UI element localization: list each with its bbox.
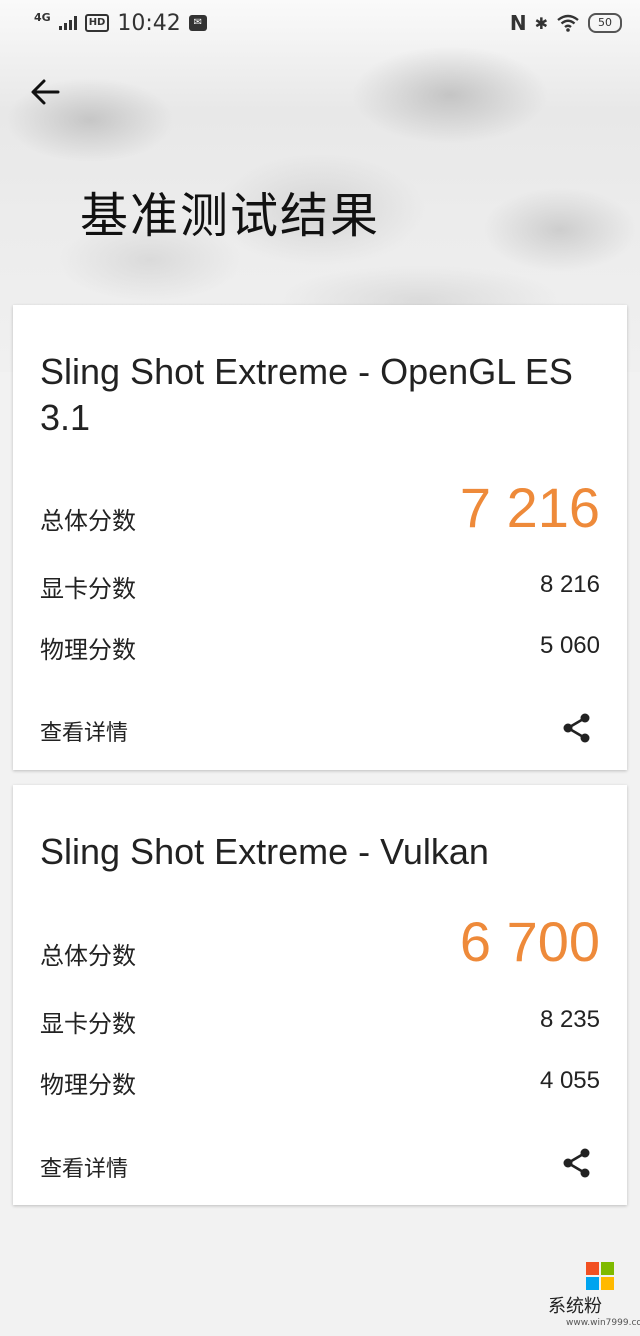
graphics-score-value: 8 216 (539, 571, 600, 598)
benchmark-title: Sling Shot Extreme - Vulkan (40, 831, 489, 872)
arrow-left-icon (31, 79, 60, 105)
overall-score-value: 6 700 (459, 910, 600, 973)
overall-score-label: 总体分数 (40, 507, 136, 535)
view-details-link[interactable]: 查看详情 (40, 715, 128, 747)
graphics-score-value: 8 235 (539, 1006, 600, 1033)
nfc-icon: N (509, 11, 527, 35)
physics-score-value: 5 060 (539, 632, 600, 659)
windows-logo-icon (586, 1262, 614, 1290)
graphics-score-label: 显卡分数 (40, 1010, 136, 1038)
view-details-link[interactable]: 查看详情 (40, 1151, 128, 1183)
share-button[interactable] (560, 1146, 594, 1180)
bluetooth-icon: ✱ (534, 13, 548, 33)
wifi-icon (557, 14, 579, 32)
hd-badge: HD (84, 14, 110, 32)
message-icon: ✉ (188, 15, 207, 31)
status-bar: 4G HD 10:42 ✉ N ✱ 50 (0, 0, 640, 46)
result-card-vulkan: Sling Shot Extreme - Vulkan 总体分数 6 700 显… (13, 785, 627, 1205)
overall-score-label: 总体分数 (40, 942, 136, 970)
site-watermark: 系统粉 www.win7999.com (548, 1258, 640, 1336)
share-icon (563, 1148, 590, 1178)
watermark-text: 系统粉 (548, 1296, 602, 1317)
signal-icon (58, 16, 77, 30)
overall-score-value: 7 216 (459, 476, 600, 539)
physics-score-label: 物理分数 (40, 1071, 136, 1099)
status-right: N ✱ 50 (510, 11, 622, 35)
battery-icon: 50 (588, 13, 622, 33)
page-title: 基准测试结果 (80, 188, 381, 244)
share-icon (563, 713, 590, 743)
back-button[interactable] (26, 72, 66, 112)
watermark-url: www.win7999.com (566, 1318, 640, 1328)
graphics-score-label: 显卡分数 (40, 575, 136, 603)
status-time: 10:42 (117, 10, 181, 36)
physics-score-value: 4 055 (539, 1067, 600, 1094)
share-button[interactable] (560, 711, 594, 745)
result-card-opengl: Sling Shot Extreme - OpenGL ES 3.1 总体分数 … (13, 305, 627, 770)
status-left: 4G HD 10:42 ✉ (34, 11, 207, 36)
physics-score-label: 物理分数 (40, 636, 136, 664)
benchmark-title: Sling Shot Extreme - OpenGL ES 3.1 (40, 351, 573, 438)
network-type: 4G (34, 10, 51, 24)
